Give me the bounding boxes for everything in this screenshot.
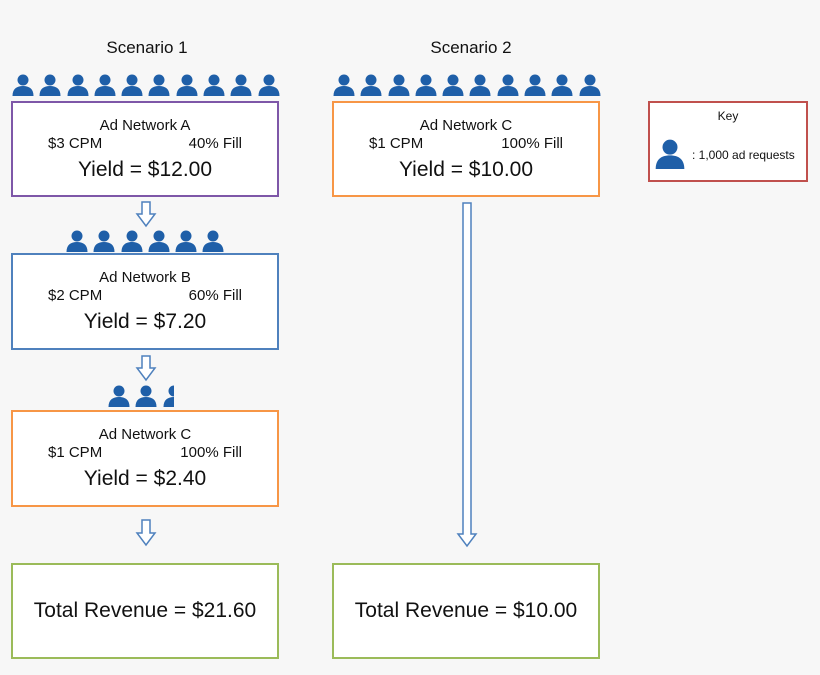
key-box: Key : 1,000 ad requests	[648, 101, 808, 182]
key-title: Key	[717, 109, 739, 123]
arrow-s2-to-total	[456, 202, 478, 548]
key-text: : 1,000 ad requests	[692, 148, 795, 162]
arrow-c-to-total	[135, 519, 157, 547]
arrow-a-to-b	[135, 201, 157, 228]
arrow-b-to-c	[135, 355, 157, 382]
person-icon	[655, 139, 685, 174]
